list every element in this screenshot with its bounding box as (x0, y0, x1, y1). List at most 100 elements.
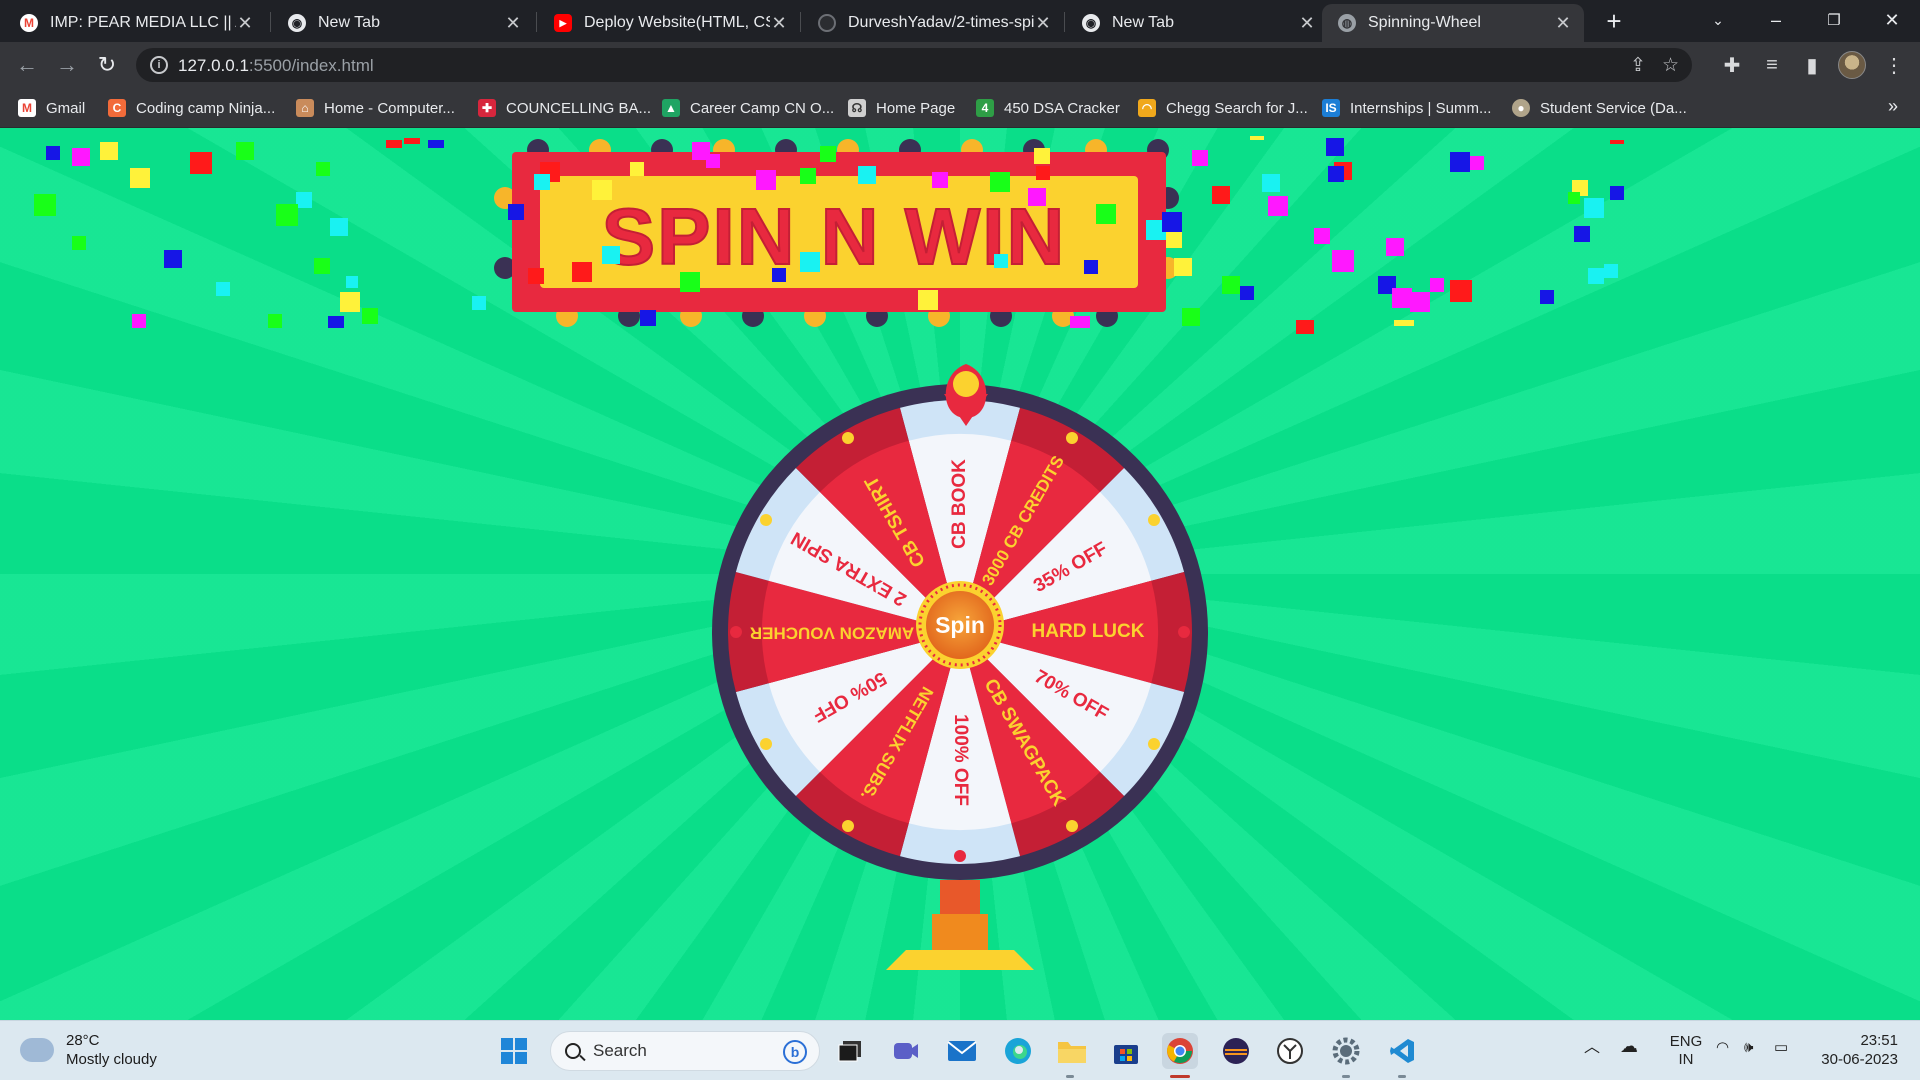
vscode-icon[interactable] (1384, 1033, 1420, 1069)
close-icon[interactable]: ✕ (770, 13, 788, 34)
chrome-icon: ◉ (1082, 14, 1100, 32)
bookmark-label: Home - Computer... (324, 99, 455, 117)
gmail-icon: M (20, 14, 38, 32)
tab-youtube[interactable]: ▶ Deploy Website(HTML, CSS ✕ (538, 4, 800, 42)
rim-light (1178, 626, 1190, 638)
new-tab-button[interactable]: + (1598, 6, 1630, 37)
tab-new-tab-2[interactable]: ◉ New Tab ✕ (1066, 4, 1328, 42)
clock-date: 30-06-2023 (1821, 1051, 1898, 1068)
bookmark-star-icon[interactable]: ☆ (1662, 54, 1679, 77)
bookmark-label: Coding camp Ninja... (136, 99, 276, 117)
language-indicator[interactable]: ENG IN (1666, 1033, 1706, 1069)
page-viewport: SPIN N WIN CB BOOK 3000 CB CREDITS 35% O… (0, 128, 1920, 1020)
rim-light (760, 514, 773, 526)
tab-new-tab-1[interactable]: ◉ New Tab ✕ (272, 4, 534, 42)
wifi-icon[interactable]: ◠ (1716, 1039, 1729, 1057)
bookmark-coding-camp[interactable]: C Coding camp Ninja... (108, 97, 275, 119)
globe-icon: ◍ (1338, 14, 1356, 32)
tab-title: Deploy Website(HTML, CSS (584, 14, 770, 31)
system-clock[interactable]: 23:51 30-06-2023 (1814, 1031, 1898, 1069)
clock-app-icon[interactable] (1272, 1033, 1308, 1069)
bookmark-chegg[interactable]: ◠ Chegg Search for J... (1138, 97, 1308, 119)
bookmark-dsa-cracker[interactable]: 4 450 DSA Cracker (976, 97, 1120, 119)
close-icon[interactable]: ✕ (236, 13, 254, 34)
home-icon: ⌂ (296, 99, 314, 117)
close-icon[interactable]: ✕ (504, 13, 522, 34)
battery-icon[interactable]: ▭ (1774, 1039, 1788, 1057)
side-panel-icon[interactable]: ▮ (1798, 51, 1826, 79)
bookmark-home-page[interactable]: ☊ Home Page (848, 97, 955, 119)
forward-icon[interactable]: → (52, 50, 82, 80)
minimize-icon[interactable]: – (1748, 0, 1804, 40)
volume-icon[interactable]: 🕪 (1744, 1039, 1753, 1057)
tab-github[interactable]: DurveshYadav/2-times-spin ✕ (802, 4, 1064, 42)
windows-start-icon[interactable] (496, 1033, 532, 1069)
edge-icon[interactable] (1000, 1033, 1036, 1069)
tab-divider (800, 12, 801, 32)
bookmark-label: Chegg Search for J... (1166, 99, 1308, 117)
bookmark-councelling[interactable]: ✚ COUNCELLING BA... (478, 97, 651, 119)
chrome-taskbar-icon[interactable] (1162, 1033, 1198, 1069)
tab-divider (536, 12, 537, 32)
bookmark-internships[interactable]: IS Internships | Summ... (1322, 97, 1491, 119)
tab-gmail[interactable]: M IMP: PEAR MEDIA LLC || ASS ✕ (4, 4, 266, 42)
bookmark-career-camp[interactable]: ▲ Career Camp CN O... (662, 97, 834, 119)
cloud-icon (20, 1030, 54, 1062)
spin-game-canvas: SPIN N WIN CB BOOK 3000 CB CREDITS35% OF… (34, 136, 1624, 970)
wheel-segment-label: CB BOOK (949, 459, 970, 549)
tab-search-icon[interactable]: ⌄ (1690, 0, 1746, 40)
window-close-icon[interactable]: ✕ (1864, 0, 1920, 40)
site-info-icon[interactable]: i (150, 56, 168, 74)
task-view-icon[interactable] (832, 1033, 868, 1069)
file-explorer-running-indicator (1066, 1075, 1074, 1078)
rim-light (842, 432, 854, 445)
rim-light (1066, 819, 1078, 832)
bookmark-label: Career Camp CN O... (690, 99, 835, 117)
settings-gear-icon[interactable] (1328, 1033, 1364, 1069)
wheel-stand (886, 880, 1034, 970)
address-bar[interactable]: i 127.0.0.1:5500/index.html ⇪ ☆ (136, 48, 1692, 82)
mail-icon[interactable] (944, 1033, 980, 1069)
close-icon[interactable]: ✕ (1034, 13, 1052, 34)
youtube-icon: ▶ (554, 14, 572, 32)
back-icon[interactable]: ← (12, 50, 42, 80)
profile-avatar[interactable] (1838, 51, 1866, 79)
bookmarks-more-icon[interactable]: » (1888, 96, 1898, 117)
tab-spinning-wheel[interactable]: ◍ Spinning-Wheel ✕ (1322, 4, 1584, 42)
close-icon[interactable]: ✕ (1554, 13, 1572, 34)
menu-kebab-icon[interactable]: ⋮ (1880, 51, 1908, 79)
restore-icon[interactable]: ❐ (1806, 0, 1862, 40)
tab-title: New Tab (1112, 14, 1174, 31)
extensions-icon[interactable]: ✚ (1718, 51, 1746, 79)
tab-title: IMP: PEAR MEDIA LLC || ASS (50, 14, 236, 31)
teams-chat-icon[interactable] (888, 1033, 924, 1069)
bing-icon[interactable]: b (783, 1040, 807, 1064)
url-text[interactable]: 127.0.0.1:5500/index.html (178, 56, 374, 76)
bookmark-student-service[interactable]: ● Student Service (Da... (1512, 97, 1687, 119)
number-4-icon: 4 (976, 99, 994, 117)
weather-widget[interactable]: 28°C Mostly cloudy (20, 1030, 157, 1069)
bookmark-label: COUNCELLING BA... (506, 99, 652, 117)
onedrive-cloud-icon[interactable]: ☁ (1620, 1037, 1638, 1055)
language-code: ENG (1669, 1033, 1703, 1050)
tray-overflow-icon[interactable]: ︿ (1584, 1039, 1600, 1057)
bookmark-home-computer[interactable]: ⌂ Home - Computer... (296, 97, 455, 119)
chrome-running-indicator (1170, 1075, 1190, 1078)
reading-list-icon[interactable]: ≡ (1758, 51, 1786, 79)
tab-title: New Tab (318, 14, 380, 31)
weather-temp: 28°C (66, 1032, 100, 1049)
bookmark-gmail[interactable]: M Gmail (18, 97, 85, 119)
taskbar-search[interactable]: Search b (550, 1031, 820, 1071)
bookmark-label: Home Page (876, 99, 956, 117)
spin-button-label[interactable]: Spin (935, 612, 985, 638)
file-explorer-icon[interactable] (1054, 1033, 1090, 1069)
share-icon[interactable]: ⇪ (1630, 54, 1646, 77)
store-icon[interactable] (1108, 1033, 1144, 1069)
spin-button[interactable]: Spin (916, 581, 1004, 669)
reload-icon[interactable]: ↻ (92, 50, 122, 80)
eclipse-icon[interactable] (1218, 1033, 1254, 1069)
rim-light (954, 850, 966, 862)
close-icon[interactable]: ✕ (1298, 13, 1316, 34)
tab-title: DurveshYadav/2-times-spin (848, 14, 1034, 31)
clock-time: 23:51 (1860, 1032, 1898, 1049)
